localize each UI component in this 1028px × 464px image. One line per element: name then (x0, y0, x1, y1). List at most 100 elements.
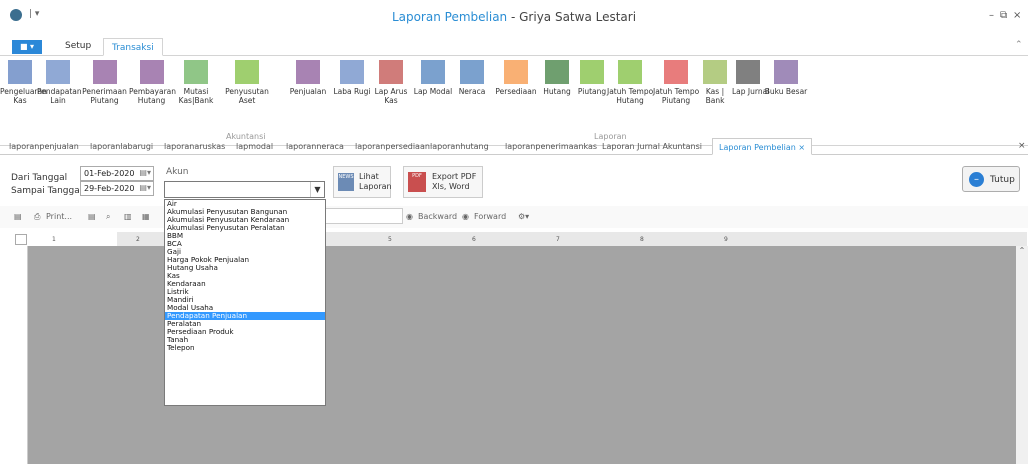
sampai-tanggal-picker[interactable]: 29-Feb-2020 ▤▾ (80, 181, 154, 196)
multi-page-icon[interactable]: ▦ (142, 212, 150, 221)
calendar-dropdown-icon[interactable]: ▤▾ (139, 183, 151, 192)
ribbon-button-5[interactable]: Penyusutan Aset (221, 60, 273, 105)
binoculars-icon[interactable]: ⌕ (106, 212, 110, 222)
doc-tab-3[interactable]: lapmodal (236, 142, 273, 151)
doc-tab-2[interactable]: laporanaruskas (164, 142, 225, 151)
akun-option[interactable]: Kas (165, 272, 325, 280)
zoom-field[interactable] (325, 208, 403, 224)
ribbon-button-7[interactable]: Laba Rugi (333, 60, 371, 96)
report-toolbar (0, 206, 1028, 228)
print-button[interactable]: Print... (46, 212, 72, 221)
inventory-icon (504, 60, 528, 84)
doc-tab-5[interactable]: laporanpersediaan (355, 142, 430, 151)
doc-tab-7[interactable]: laporanpenerimaankas (505, 142, 597, 151)
akun-dropdown-list[interactable]: Air Akumulasi Penyusutan Bangunan Akumulas… (164, 199, 326, 406)
ribbon-button-16[interactable]: Kas | Bank (700, 60, 730, 105)
collapse-ribbon-icon[interactable]: ⌃ (1015, 40, 1023, 50)
ribbon-button-18[interactable]: Buku Besar (764, 60, 808, 96)
tab-transaksi[interactable]: Transaksi (103, 38, 163, 56)
akun-option[interactable]: Akumulasi Penyusutan Peralatan (165, 224, 325, 232)
copy-icon[interactable]: ▤ (14, 212, 22, 221)
cash-bank-icon (703, 60, 727, 84)
akun-option[interactable]: Peralatan (165, 320, 325, 328)
ruler-number: 6 (472, 236, 476, 243)
tab-setup[interactable]: Setup (65, 41, 91, 51)
backward-icon[interactable]: ◉ (406, 212, 413, 221)
single-page-icon[interactable]: ▥ (124, 212, 132, 221)
akun-option[interactable]: Akumulasi Penyusutan Kendaraan (165, 216, 325, 224)
ribbon-button-8[interactable]: Lap Arus Kas (372, 60, 410, 105)
doc-tab-8[interactable]: Laporan Jurnal Akuntansi (602, 142, 702, 151)
doc-tab-0[interactable]: laporanpenjualan (9, 142, 79, 151)
akun-option[interactable]: Air (165, 200, 325, 208)
ribbon-button-10[interactable]: Neraca (454, 60, 490, 96)
balance-icon (460, 60, 484, 84)
ledger-icon (8, 60, 32, 84)
ribbon-button-2[interactable]: Penerimaan Piutang (82, 60, 127, 105)
doc-tab-6[interactable]: laporanhutang (430, 142, 489, 151)
akun-option[interactable]: BBM (165, 232, 325, 240)
ribbon-button-9[interactable]: Lap Modal (413, 60, 453, 96)
export-button[interactable]: PDF Export PDF Xls, Word (403, 166, 483, 198)
vertical-scrollbar[interactable]: ⌃ (1016, 246, 1028, 464)
close-button[interactable]: × (1013, 10, 1021, 21)
ribbon-button-13[interactable]: Piutang (575, 60, 609, 96)
page-setup-icon[interactable]: ⚙▾ (518, 212, 529, 221)
ribbon-button-15[interactable]: Jatuh Tempo Piutang (653, 60, 699, 105)
backward-button[interactable]: Backward (418, 212, 457, 221)
ribbon-button-label: Mutasi Kas|Bank (178, 87, 214, 105)
ribbon-button-3[interactable]: Pembayaran Hutang (129, 60, 176, 105)
file-menu-button[interactable]: ■ ▾ (12, 40, 42, 54)
chevron-down-icon[interactable]: ▼ (310, 182, 324, 197)
akun-option[interactable]: Persediaan Produk (165, 328, 325, 336)
ribbon-button-1[interactable]: Pendapatan Lain (37, 60, 82, 105)
akun-option[interactable]: BCA (165, 240, 325, 248)
calendar-icon (379, 60, 403, 84)
akun-option[interactable]: Harga Pokok Penjualan (165, 256, 325, 264)
akun-label: Akun (166, 167, 189, 177)
doc-tab-9[interactable]: Laporan Pembelian × (712, 138, 813, 155)
printer-icon[interactable]: ⎙ (34, 212, 40, 222)
akun-option[interactable]: Hutang Usaha (165, 264, 325, 272)
tutup-button[interactable]: – Tutup (962, 166, 1020, 192)
calendar-dropdown-icon[interactable]: ▤▾ (139, 168, 151, 177)
scroll-up-icon[interactable]: ⌃ (1016, 246, 1028, 255)
ribbon-button-label: Jatuh Tempo Hutang (607, 87, 654, 105)
transfer-icon (184, 60, 208, 84)
ribbon-button-12[interactable]: Hutang (539, 60, 575, 96)
akun-option[interactable]: Pendapatan Penjualan (165, 312, 325, 320)
ribbon-button-14[interactable]: Jatuh Tempo Hutang (607, 60, 653, 105)
close-all-tabs-icon[interactable]: × (1018, 141, 1026, 151)
akun-option[interactable]: Tanah (165, 336, 325, 344)
akun-combobox[interactable]: ▼ (164, 181, 325, 198)
doc-tab-1[interactable]: laporanlabarugi (90, 142, 153, 151)
forward-icon[interactable]: ◉ (462, 212, 469, 221)
minimize-button[interactable]: – (989, 10, 994, 21)
ribbon-button-label: Jatuh Tempo Piutang (653, 87, 700, 105)
ribbon-button-6[interactable]: Penjualan (288, 60, 328, 96)
akun-option[interactable]: Akumulasi Penyusutan Bangunan (165, 208, 325, 216)
akun-option[interactable]: Gaji (165, 248, 325, 256)
close-tab-icon[interactable]: × (798, 143, 805, 152)
page-icon[interactable]: ▤ (88, 212, 96, 221)
ribbon-button-label: Neraca (458, 87, 486, 96)
forward-button[interactable]: Forward (474, 212, 506, 221)
akun-option[interactable]: Kendaraan (165, 280, 325, 288)
ribbon-button-11[interactable]: Persediaan (493, 60, 539, 96)
akun-option[interactable]: Listrik (165, 288, 325, 296)
akun-option[interactable]: Mandiri (165, 296, 325, 304)
ribbon-button-17[interactable]: Lap Jurnal (732, 60, 769, 96)
doc-tab-4[interactable]: laporanneraca (286, 142, 344, 151)
tutup-label: Tutup (990, 175, 1015, 185)
ribbon-button-0[interactable]: Pengeluaran Kas (0, 60, 47, 105)
close-circle-icon: – (969, 172, 984, 187)
akun-option[interactable]: Telepon (165, 344, 325, 352)
lihat-laporan-button[interactable]: NEWS Lihat Laporan (333, 166, 392, 198)
maximize-button[interactable]: ⧉ (1000, 10, 1007, 21)
ribbon-button-4[interactable]: Mutasi Kas|Bank (176, 60, 216, 105)
ribbon-button-label: Pembayaran Hutang (129, 87, 176, 105)
ruler-number: 7 (556, 236, 560, 243)
dari-tanggal-picker[interactable]: 01-Feb-2020 ▤▾ (80, 166, 154, 181)
akun-option[interactable]: Modal Usaha (165, 304, 325, 312)
ribbon-button-label: Penyusutan Aset (225, 87, 269, 105)
